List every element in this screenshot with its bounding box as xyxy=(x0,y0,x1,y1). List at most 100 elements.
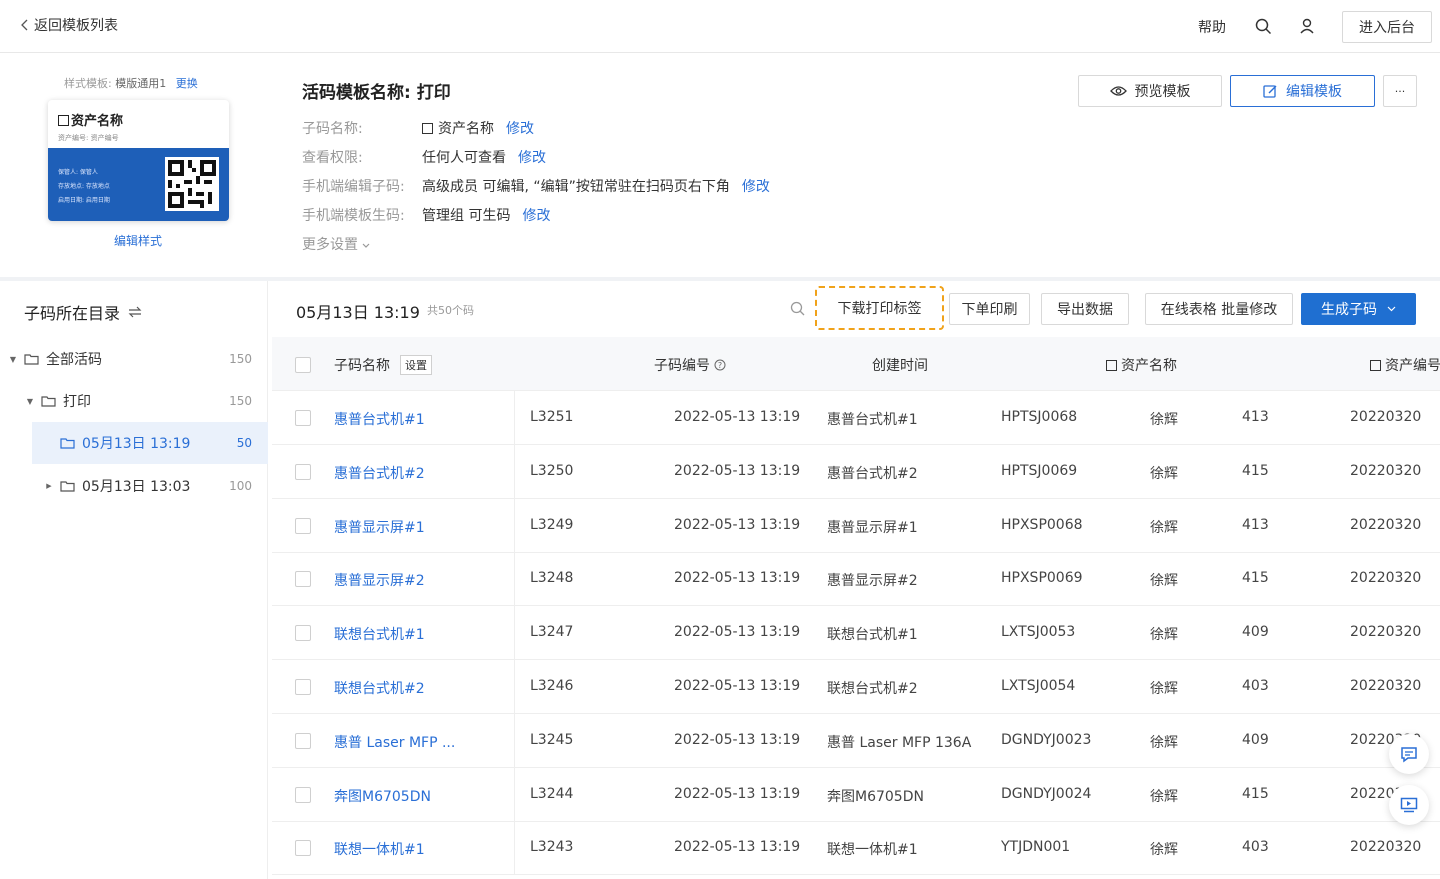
row-checkbox[interactable] xyxy=(295,786,311,803)
table-row[interactable]: 惠普台式机#2 L3250 2022-05-13 13:19 惠普台式机#2 HPTSJ… xyxy=(272,444,1440,499)
modify-link[interactable]: 修改 xyxy=(742,176,770,196)
cell-subcode-name[interactable]: 惠普显示屏#1 xyxy=(334,517,425,537)
card-title: 资产名称 xyxy=(58,110,219,129)
tree-count: 50 xyxy=(236,436,252,450)
cell-subcode-name[interactable]: 联想台式机#2 xyxy=(334,678,425,698)
row-checkbox[interactable] xyxy=(295,625,311,642)
row-checkbox[interactable] xyxy=(295,679,311,695)
cell-asset-name: 联想台式机#2 xyxy=(827,681,918,697)
cell-code: L3249 xyxy=(530,516,574,533)
cell-subcode-name[interactable]: 联想台式机#1 xyxy=(334,624,425,644)
chat-icon xyxy=(1401,746,1417,762)
table-row[interactable]: 联想台式机#2 L3246 2022-05-13 13:19 联想台式机#2 LXTSJ… xyxy=(272,660,1440,714)
cell-asset-no: HPTSJ0068 xyxy=(1001,409,1078,425)
row-checkbox[interactable] xyxy=(295,840,311,857)
online-batch-edit-button[interactable]: 在线表格 批量修改 xyxy=(1145,293,1293,325)
download-print-labels-button[interactable]: 下载打印标签 xyxy=(815,286,944,330)
edit-template-button[interactable]: 编辑模板 xyxy=(1230,75,1375,107)
chevron-left-icon xyxy=(21,19,28,31)
export-data-button[interactable]: 导出数据 xyxy=(1041,293,1129,325)
cell-code: L3246 xyxy=(530,678,574,694)
column-header-name: 子码名称 设置 xyxy=(334,355,432,375)
table-row[interactable]: 惠普 Laser MFP ... L3245 2022-05-13 13:19 惠普 … xyxy=(272,713,1440,768)
info-key: 查看权限: xyxy=(302,150,363,166)
table-row[interactable]: 惠普台式机#1 L3251 2022-05-13 13:19 惠普台式机#1 HPTSJ… xyxy=(272,391,1440,445)
tree-label: 全部活码 xyxy=(46,352,102,368)
cell-subcode-name[interactable]: 联想一体机#1 xyxy=(334,839,425,859)
change-style-link[interactable]: 更换 xyxy=(176,77,198,90)
cell-start-date: 20220320 xyxy=(1350,839,1422,856)
table-row[interactable]: 联想台式机#1 L3247 2022-05-13 13:19 联想台式机#1 LXTSJ… xyxy=(272,606,1440,661)
enter-admin-button[interactable]: 进入后台 xyxy=(1342,10,1432,43)
caret-down-icon[interactable]: ▼ xyxy=(25,397,35,406)
cell-keeper: 徐辉 xyxy=(1150,519,1178,536)
list-toolbar: 05月13日 13:19 共50个码 下载打印标签 下单印刷 导出数据 在线表格… xyxy=(272,281,1440,337)
cell-created: 2022-05-13 13:19 xyxy=(674,462,801,479)
cell-keeper: 徐辉 xyxy=(1150,681,1178,697)
cell-subcode-name[interactable]: 惠普显示屏#2 xyxy=(334,570,425,590)
order-printing-button[interactable]: 下单印刷 xyxy=(949,293,1030,325)
tree-item-all[interactable]: ▼ 全部活码 150 xyxy=(0,338,268,380)
table-row[interactable]: 奔图M6705DN L3244 2022-05-13 13:19 奔图M6705DN D… xyxy=(272,767,1440,822)
tree-item-batch-1319[interactable]: 05月13日 13:19 50 xyxy=(32,422,268,464)
modify-link[interactable]: 修改 xyxy=(518,147,546,167)
help-circle-icon[interactable]: ? xyxy=(714,359,726,371)
cell-asset-no: HPTSJ0069 xyxy=(1001,462,1078,479)
style-caption-label: 样式模板: xyxy=(64,77,112,90)
cell-subcode-name[interactable]: 惠普 Laser MFP ... xyxy=(334,732,455,752)
cell-location: 415 xyxy=(1242,570,1269,587)
cell-code: L3243 xyxy=(530,839,574,856)
directory-sidebar: 子码所在目录 ▼ 全部活码 150 ▼ 打印 150 05月13日 13:19 … xyxy=(0,281,268,879)
cell-asset-name: 奔图M6705DN xyxy=(827,788,924,805)
cell-created: 2022-05-13 13:19 xyxy=(674,516,801,533)
tutorial-float-button[interactable] xyxy=(1389,785,1429,825)
tree-item-batch-1303[interactable]: ▶ 05月13日 13:03 100 xyxy=(0,465,268,507)
swap-icon[interactable] xyxy=(128,306,142,318)
more-settings-toggle[interactable]: 更多设置 xyxy=(302,234,370,254)
top-actions: 帮助 进入后台 xyxy=(1198,0,1440,53)
table-row[interactable]: 惠普显示屏#2 L3248 2022-05-13 13:19 惠普显示屏#2 HPXSP… xyxy=(272,552,1440,607)
back-to-template-list[interactable]: 返回模板列表 xyxy=(20,15,118,35)
cell-start-date: 20220320 xyxy=(1350,462,1422,479)
cell-keeper: 徐辉 xyxy=(1150,788,1178,805)
cell-created: 2022-05-13 13:19 xyxy=(674,570,801,587)
column-divider xyxy=(514,391,515,445)
cell-subcode-name[interactable]: 奔图M6705DN xyxy=(334,786,431,806)
table-row[interactable]: 联想一体机#1 L3243 2022-05-13 13:19 联想一体机#1 YTJDN… xyxy=(272,821,1440,876)
cell-created: 2022-05-13 13:19 xyxy=(674,839,801,856)
chat-float-button[interactable] xyxy=(1389,734,1429,774)
tree-label: 打印 xyxy=(63,394,91,410)
select-all-checkbox[interactable] xyxy=(295,357,311,373)
search-icon[interactable] xyxy=(789,300,807,318)
more-actions-button[interactable]: ··· xyxy=(1383,75,1417,107)
help-link[interactable]: 帮助 xyxy=(1198,17,1226,37)
preview-template-button[interactable]: 预览模板 xyxy=(1078,75,1222,107)
cell-subcode-name[interactable]: 惠普台式机#1 xyxy=(334,409,425,429)
field-icon xyxy=(58,115,69,126)
cell-location: 413 xyxy=(1242,516,1269,533)
row-checkbox[interactable] xyxy=(295,732,311,749)
tree-count: 100 xyxy=(229,479,252,493)
table-row[interactable]: 惠普显示屏#1 L3249 2022-05-13 13:19 惠普显示屏#1 HPXSP… xyxy=(272,498,1440,553)
column-settings-button[interactable]: 设置 xyxy=(400,355,432,375)
edit-style-link[interactable]: 编辑样式 xyxy=(114,232,162,249)
cell-asset-no: HPXSP0068 xyxy=(1001,516,1083,533)
cell-created: 2022-05-13 13:19 xyxy=(674,409,801,425)
caret-down-icon[interactable]: ▼ xyxy=(8,355,18,364)
row-checkbox[interactable] xyxy=(295,410,311,426)
cell-subcode-name[interactable]: 惠普台式机#2 xyxy=(334,463,425,483)
user-icon[interactable] xyxy=(1298,18,1316,36)
info-value: 任何人可查看 xyxy=(422,150,506,166)
modify-link[interactable]: 修改 xyxy=(522,205,550,225)
search-icon[interactable] xyxy=(1254,18,1272,36)
field-icon xyxy=(1370,359,1381,371)
row-checkbox[interactable] xyxy=(295,463,311,480)
cell-created: 2022-05-13 13:19 xyxy=(674,785,801,802)
generate-subcode-button[interactable]: 生成子码 xyxy=(1301,293,1416,325)
batch-title: 05月13日 13:19 xyxy=(296,303,420,322)
modify-link[interactable]: 修改 xyxy=(506,118,534,138)
caret-right-icon[interactable]: ▶ xyxy=(44,482,54,490)
row-checkbox[interactable] xyxy=(295,571,311,588)
row-checkbox[interactable] xyxy=(295,517,311,534)
tree-item-print[interactable]: ▼ 打印 150 xyxy=(0,380,268,422)
